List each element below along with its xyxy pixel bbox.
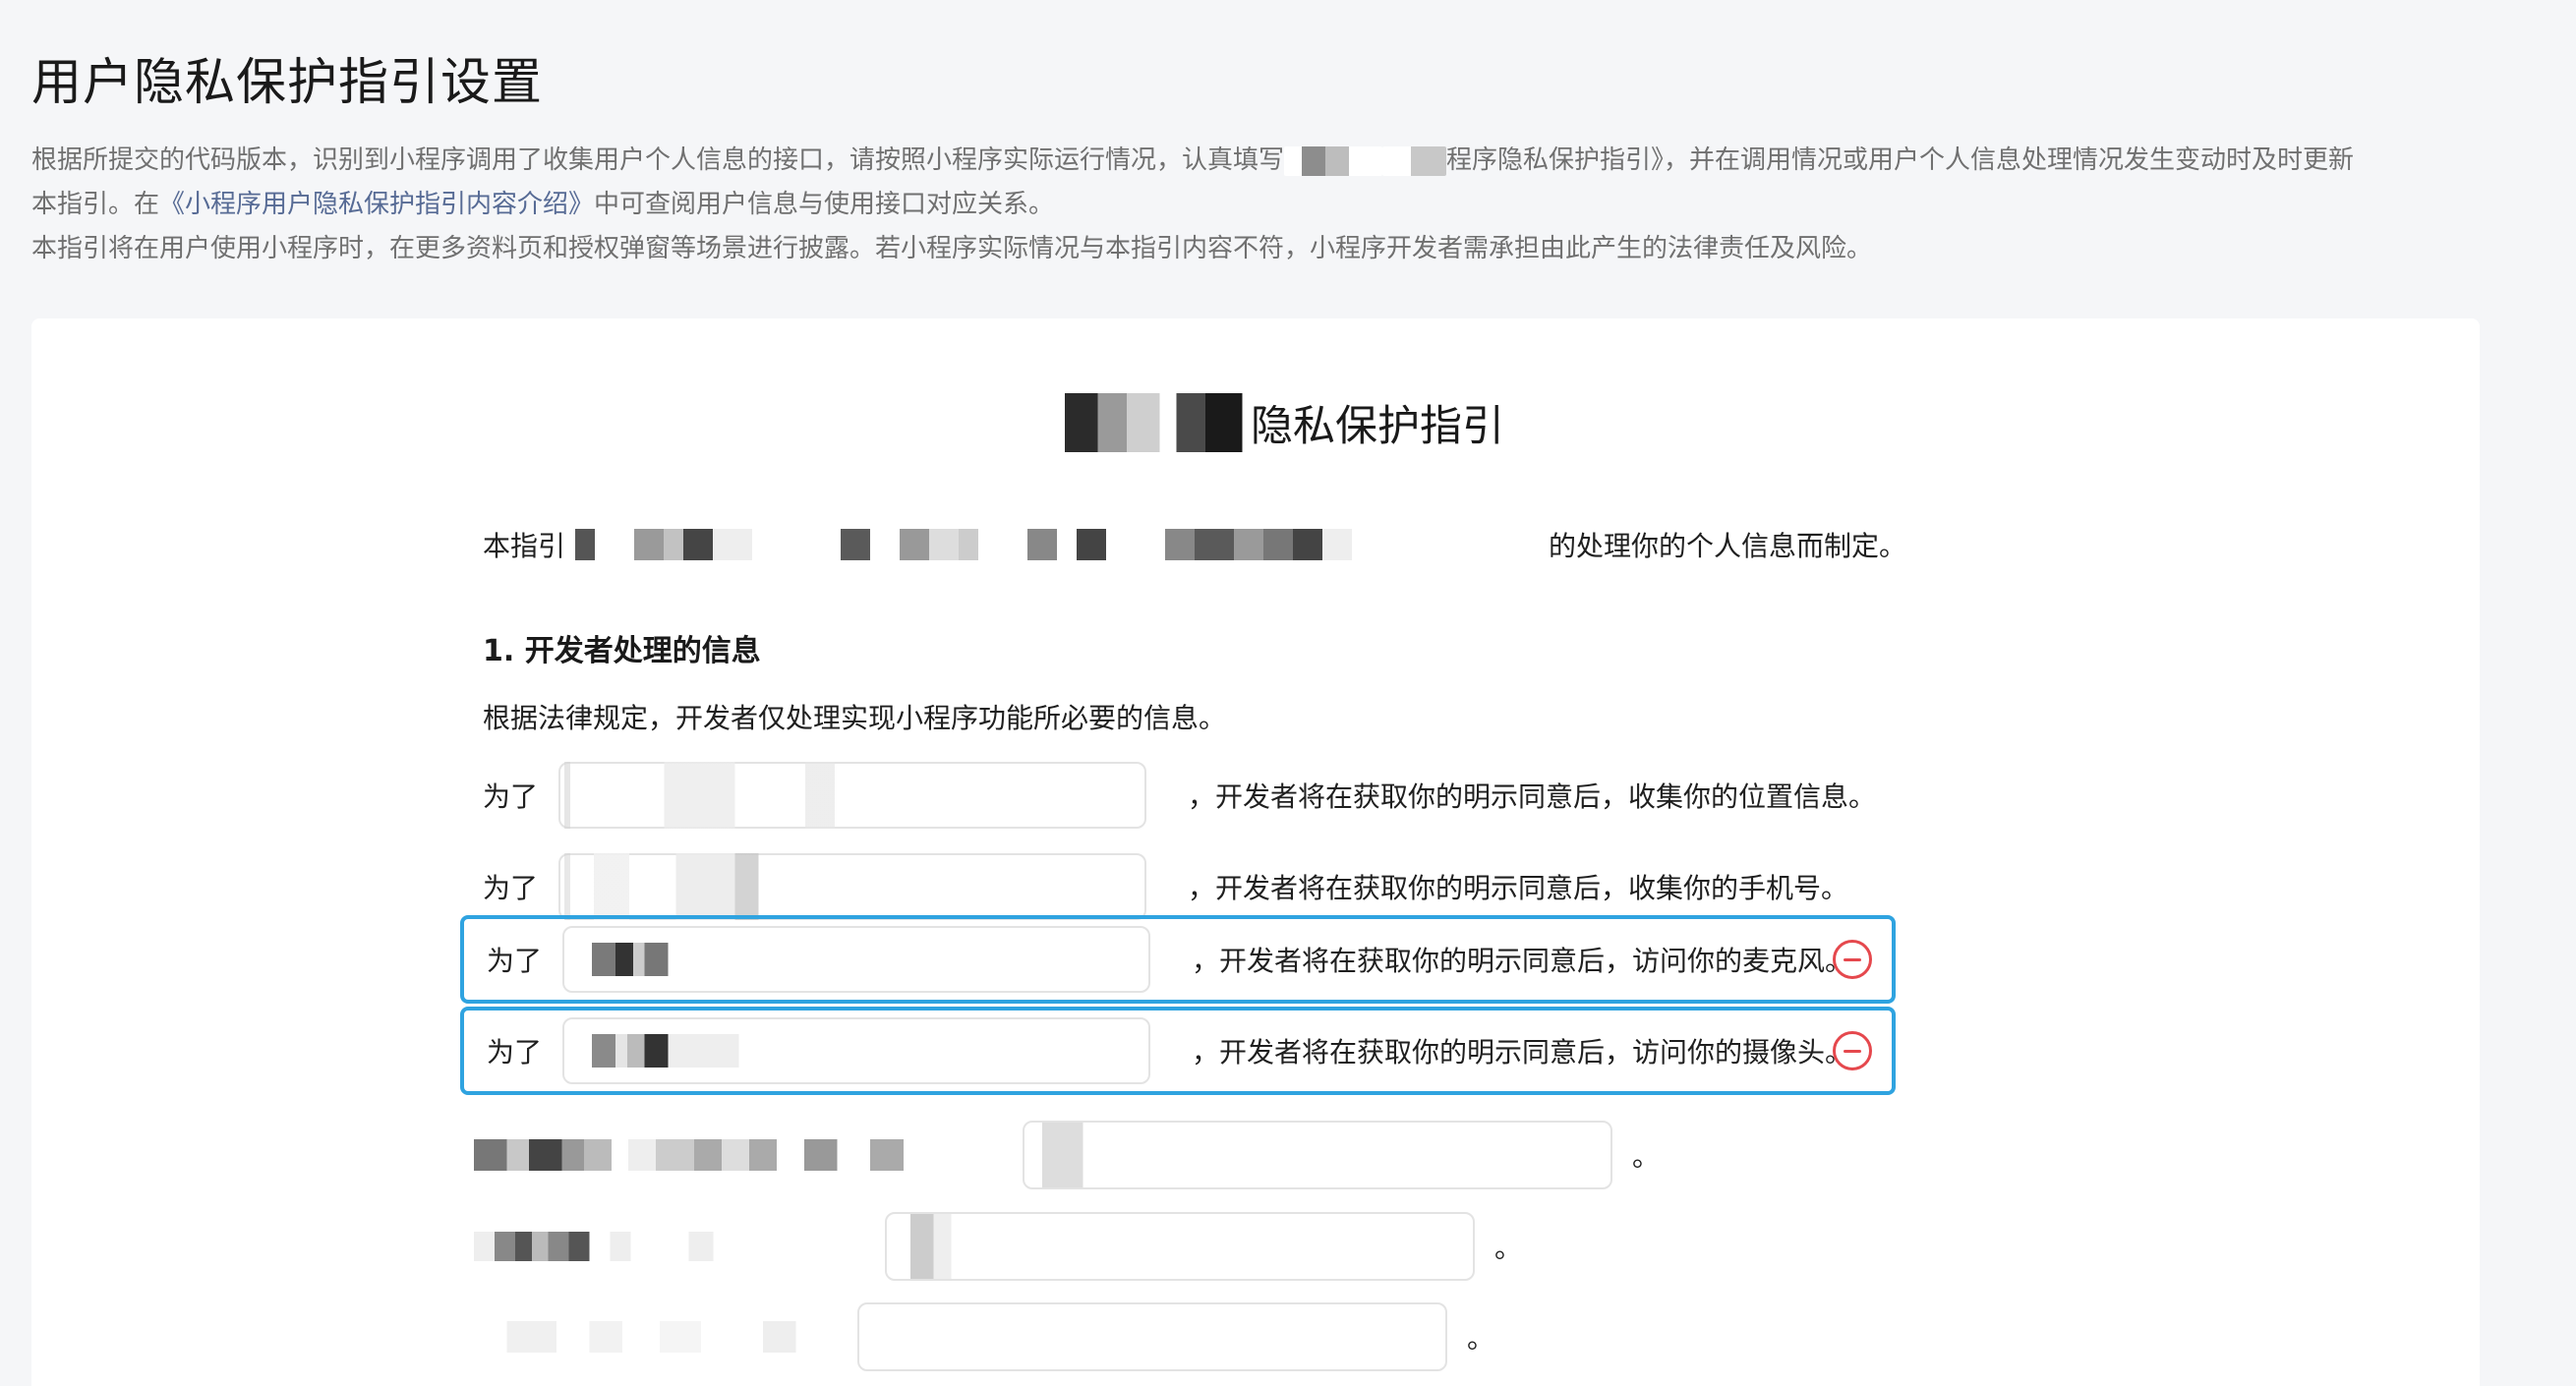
guide-title: 隐私保护指引 xyxy=(1044,392,1504,453)
info-row-microphone[interactable]: 为了 ，开发者将在获取你的明示同意后，访问你的麦克风。 xyxy=(460,915,1896,1004)
row-prefix: 为了 xyxy=(487,945,543,977)
purpose-input-location[interactable] xyxy=(558,762,1146,829)
section-title-developer-info: 1. 开发者处理的信息 xyxy=(483,634,761,668)
redacted-block xyxy=(1382,145,1447,176)
privacy-settings-page: 用户隐私保护指引设置 根据所提交的代码版本，识别到小程序调用了收集用户个人信息的… xyxy=(0,0,2576,1386)
intro-line-3: 本指引将在用户使用小程序时，在更多资料页和授权弹窗等场景进行披露。若小程序实际情… xyxy=(31,234,1873,263)
row-end: 。 xyxy=(1632,1140,1661,1173)
section-description: 根据法律规定，开发者仅处理实现小程序功能所必要的信息。 xyxy=(483,702,1227,734)
row-suffix: ，开发者将在获取你的明示同意后，收集你的手机号。 xyxy=(1188,872,1849,904)
row-prefix: 为了 xyxy=(483,872,539,904)
redacted-block xyxy=(565,529,1550,560)
minus-circle-icon xyxy=(1844,1049,1861,1053)
info-row-extra-1: 。 xyxy=(474,1120,1703,1190)
redacted-block xyxy=(1044,393,1251,452)
info-row-extra-3: 。 xyxy=(474,1301,1546,1372)
redacted-block xyxy=(1284,145,1383,176)
purpose-input-phone[interactable] xyxy=(558,853,1146,920)
info-row-location: 为了 ，开发者将在获取你的明示同意后，收集你的位置信息。 xyxy=(460,751,1896,839)
row-prefix: 为了 xyxy=(487,1036,543,1068)
intro-line-2: 本指引。在《小程序用户隐私保护指引内容介绍》中可查阅用户信息与使用接口对应关系。 xyxy=(31,190,1055,219)
purpose-input-camera[interactable] xyxy=(562,1017,1150,1084)
privacy-guide-card: 隐私保护指引 本指引 的处理你的个人信息而制定。 1. 开发者处理的信息 根据法… xyxy=(31,318,2480,1386)
intro-text: 根据所提交的代码版本，识别到小程序调用了收集用户个人信息的接口，请按照小程序实际… xyxy=(31,139,2548,271)
extra-input-1[interactable] xyxy=(1023,1121,1612,1189)
row-end: 。 xyxy=(1467,1322,1495,1355)
row-suffix: ，开发者将在获取你的明示同意后，访问你的摄像头。 xyxy=(1192,1036,1853,1068)
extra-input-2[interactable] xyxy=(885,1212,1475,1281)
privacy-guide-intro-link[interactable]: 《小程序用户隐私保护指引内容介绍》 xyxy=(159,190,594,219)
page-title: 用户隐私保护指引设置 xyxy=(31,54,544,112)
remove-camera-button[interactable] xyxy=(1833,1031,1872,1070)
row-prefix: 为了 xyxy=(483,780,539,813)
redacted-block xyxy=(474,1139,1025,1171)
minus-circle-icon xyxy=(1844,957,1861,961)
info-row-camera[interactable]: 为了 ，开发者将在获取你的明示同意后，访问你的摄像头。 xyxy=(460,1007,1896,1095)
row-suffix: ，开发者将在获取你的明示同意后，访问你的麦克风。 xyxy=(1192,945,1853,977)
extra-input-3[interactable] xyxy=(857,1302,1447,1371)
guide-description: 本指引 的处理你的个人信息而制定。 xyxy=(483,529,1907,562)
intro-line-1: 根据所提交的代码版本，识别到小程序调用了收集用户个人信息的接口，请按照小程序实际… xyxy=(31,145,2355,176)
info-row-extra-2: 。 xyxy=(474,1211,1565,1282)
row-suffix: ，开发者将在获取你的明示同意后，收集你的位置信息。 xyxy=(1188,780,1877,813)
remove-microphone-button[interactable] xyxy=(1833,940,1872,979)
purpose-input-microphone[interactable] xyxy=(562,926,1150,993)
redacted-block xyxy=(474,1321,887,1353)
redacted-block xyxy=(474,1232,887,1261)
row-end: 。 xyxy=(1494,1232,1523,1264)
